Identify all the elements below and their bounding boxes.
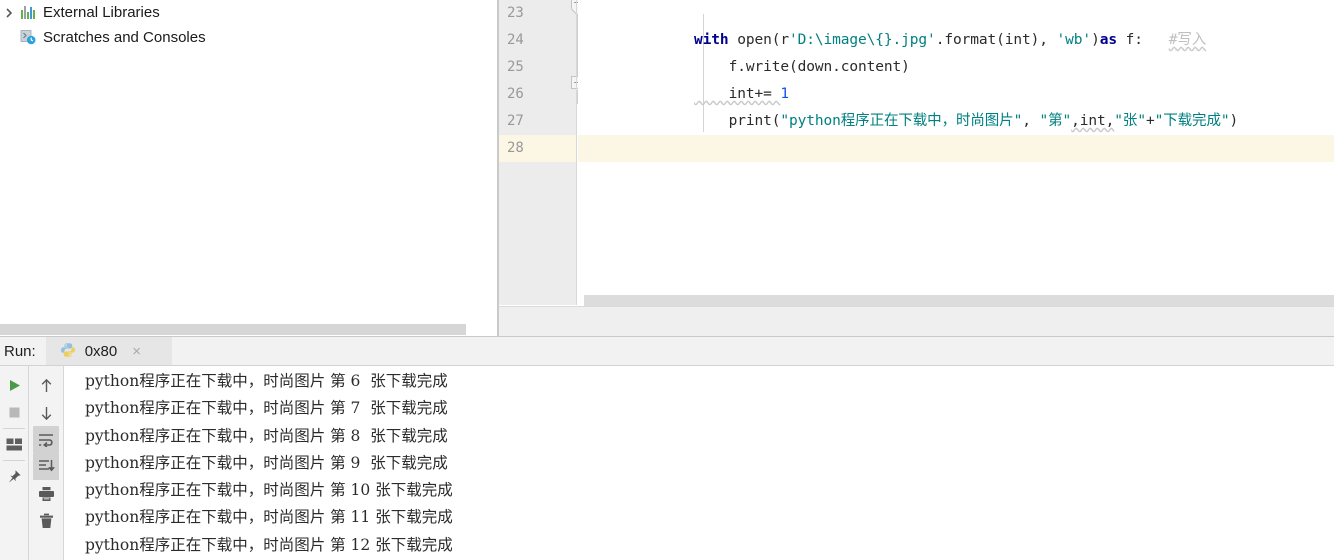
code-line-27[interactable] — [578, 108, 1334, 135]
code-editor[interactable]: 23 24 25 26 27 28 with open(r'D:\image\{… — [499, 0, 1334, 336]
console-output[interactable]: python程序正在下载中，时尚图片 第 6 张下载完成 python程序正在下… — [64, 366, 1334, 560]
tree-item-scratches-and-consoles[interactable]: Scratches and Consoles — [0, 25, 498, 50]
soft-wrap-button[interactable] — [33, 426, 59, 453]
toolbar-divider — [3, 428, 25, 429]
project-panel-horizontal-scrollbar[interactable] — [0, 324, 466, 335]
scrollbar-thumb[interactable] — [584, 295, 1334, 306]
tree-item-label: External Libraries — [43, 4, 160, 21]
code-text-area[interactable]: with open(r'D:\image\{}.jpg'.format(int)… — [578, 0, 1334, 305]
run-tab-0x80[interactable]: 0x80 × — [45, 337, 172, 366]
code-line-25[interactable]: int+= 1 — [578, 54, 1334, 102]
run-window-label: Run: — [4, 343, 36, 360]
pin-icon[interactable] — [1, 463, 27, 490]
console-actions-toolbar — [29, 366, 63, 560]
console-line: python程序正在下载中，时尚图片 第 11 张下载完成 — [85, 508, 453, 527]
console-line: python程序正在下载中，时尚图片 第 12 张下载完成 — [85, 535, 453, 554]
code-line-26[interactable]: print("python程序正在下载中，时尚图片", "第",int,"张"+… — [578, 81, 1334, 129]
restore-layout-button[interactable] — [1, 431, 27, 458]
scrollbar-thumb[interactable] — [0, 324, 466, 335]
tree-item-label: Scratches and Consoles — [43, 29, 206, 46]
scroll-to-end-button[interactable] — [33, 453, 59, 480]
scratches-clock-icon — [18, 30, 38, 45]
project-tool-window: External Libraries Scratches and Console… — [0, 0, 498, 336]
printer-icon[interactable] — [33, 480, 59, 507]
console-line: python程序正在下载中，时尚图片 第 7 张下载完成 — [85, 399, 448, 418]
editor-footer — [499, 306, 1334, 336]
code-line-24[interactable]: f.write(down.content) — [578, 27, 1334, 75]
line-number: 24 — [507, 32, 524, 48]
line-number: 25 — [507, 59, 524, 75]
pycharm-window: External Libraries Scratches and Console… — [0, 0, 1334, 560]
chevron-right-icon[interactable] — [0, 7, 18, 18]
run-tab-bar: Run: 0x80 × — [0, 337, 1334, 366]
editor-gutter[interactable]: 23 24 25 26 27 28 — [499, 0, 577, 305]
gutter-separator — [576, 0, 577, 305]
rerun-button[interactable] — [1, 372, 27, 399]
line-number: 26 — [507, 86, 524, 102]
console-line: python程序正在下载中，时尚图片 第 10 张下载完成 — [85, 481, 453, 500]
code-line-23[interactable]: with open(r'D:\image\{}.jpg'.format(int)… — [578, 0, 1334, 48]
editor-horizontal-scrollbar[interactable] — [584, 295, 1334, 306]
code-line-28[interactable] — [578, 135, 1334, 162]
line-number: 27 — [507, 113, 524, 129]
down-the-stack-trace-button[interactable] — [33, 399, 59, 426]
trash-icon[interactable] — [33, 507, 59, 534]
close-icon[interactable]: × — [132, 344, 141, 359]
line-number-current: 28 — [499, 135, 577, 162]
console-line: python程序正在下载中，时尚图片 第 8 张下载完成 — [85, 426, 448, 445]
tree-item-external-libraries[interactable]: External Libraries — [0, 0, 498, 25]
python-icon — [60, 342, 76, 362]
line-number: 23 — [507, 5, 524, 21]
run-tool-window: Run: 0x80 × python程序正在下载中，时尚图片 第 6 张下载完成… — [0, 336, 1334, 560]
run-actions-toolbar — [0, 366, 28, 560]
run-tab-title: 0x80 — [84, 343, 118, 360]
library-bars-icon — [18, 6, 38, 19]
console-line: python程序正在下载中，时尚图片 第 6 张下载完成 — [85, 372, 448, 390]
run-window-body: python程序正在下载中，时尚图片 第 6 张下载完成 python程序正在下… — [0, 366, 1334, 560]
up-the-stack-trace-button[interactable] — [33, 372, 59, 399]
stop-button[interactable] — [1, 399, 27, 426]
editor-footer-gutter — [499, 307, 577, 336]
console-line: python程序正在下载中，时尚图片 第 9 张下载完成 — [85, 453, 448, 472]
toolbar-divider — [3, 460, 25, 461]
